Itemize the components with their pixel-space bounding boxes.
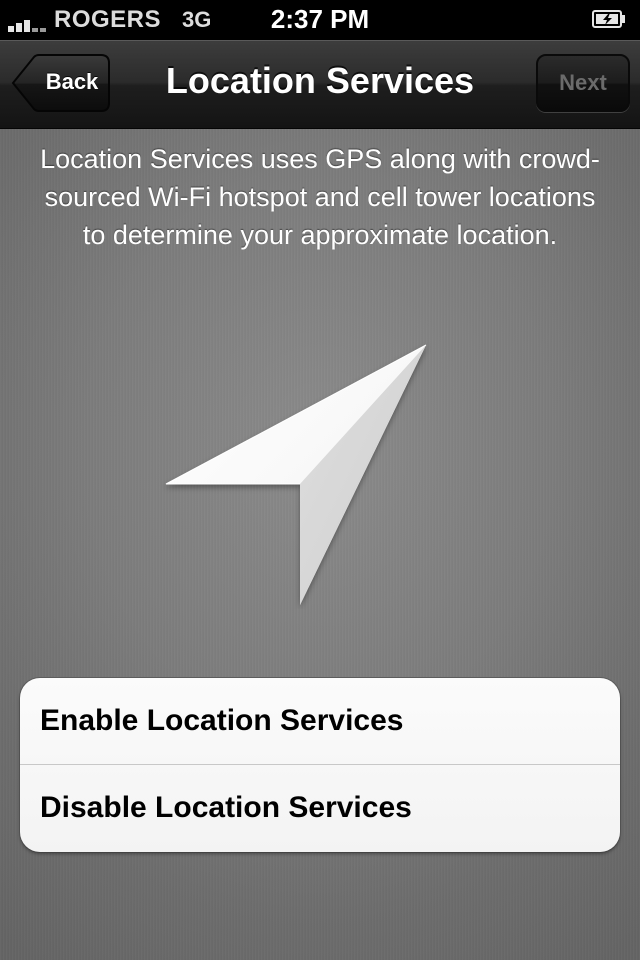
back-button-label: Back	[45, 69, 99, 94]
location-services-screen: ROGERS 3G 2:37 PM Back Location Services…	[0, 0, 640, 960]
description-text: Location Services uses GPS along with cr…	[40, 144, 600, 250]
location-options-list: Enable Location Services Disable Locatio…	[20, 678, 620, 852]
location-arrow-icon	[160, 337, 436, 609]
disable-location-services-option[interactable]: Disable Location Services	[20, 765, 620, 851]
navigation-bar: Back Location Services Next	[0, 40, 640, 129]
status-bar: ROGERS 3G 2:37 PM	[0, 0, 640, 40]
next-button[interactable]: Next	[536, 54, 630, 112]
content-area: Location Services uses GPS along with cr…	[0, 129, 640, 960]
page-title: Location Services	[165, 60, 475, 101]
enable-location-services-option[interactable]: Enable Location Services	[20, 678, 620, 764]
next-button-label: Next	[559, 70, 607, 95]
status-time: 2:37 PM	[270, 4, 370, 34]
back-button[interactable]: Back	[10, 54, 110, 112]
battery-charging-icon	[592, 10, 626, 28]
